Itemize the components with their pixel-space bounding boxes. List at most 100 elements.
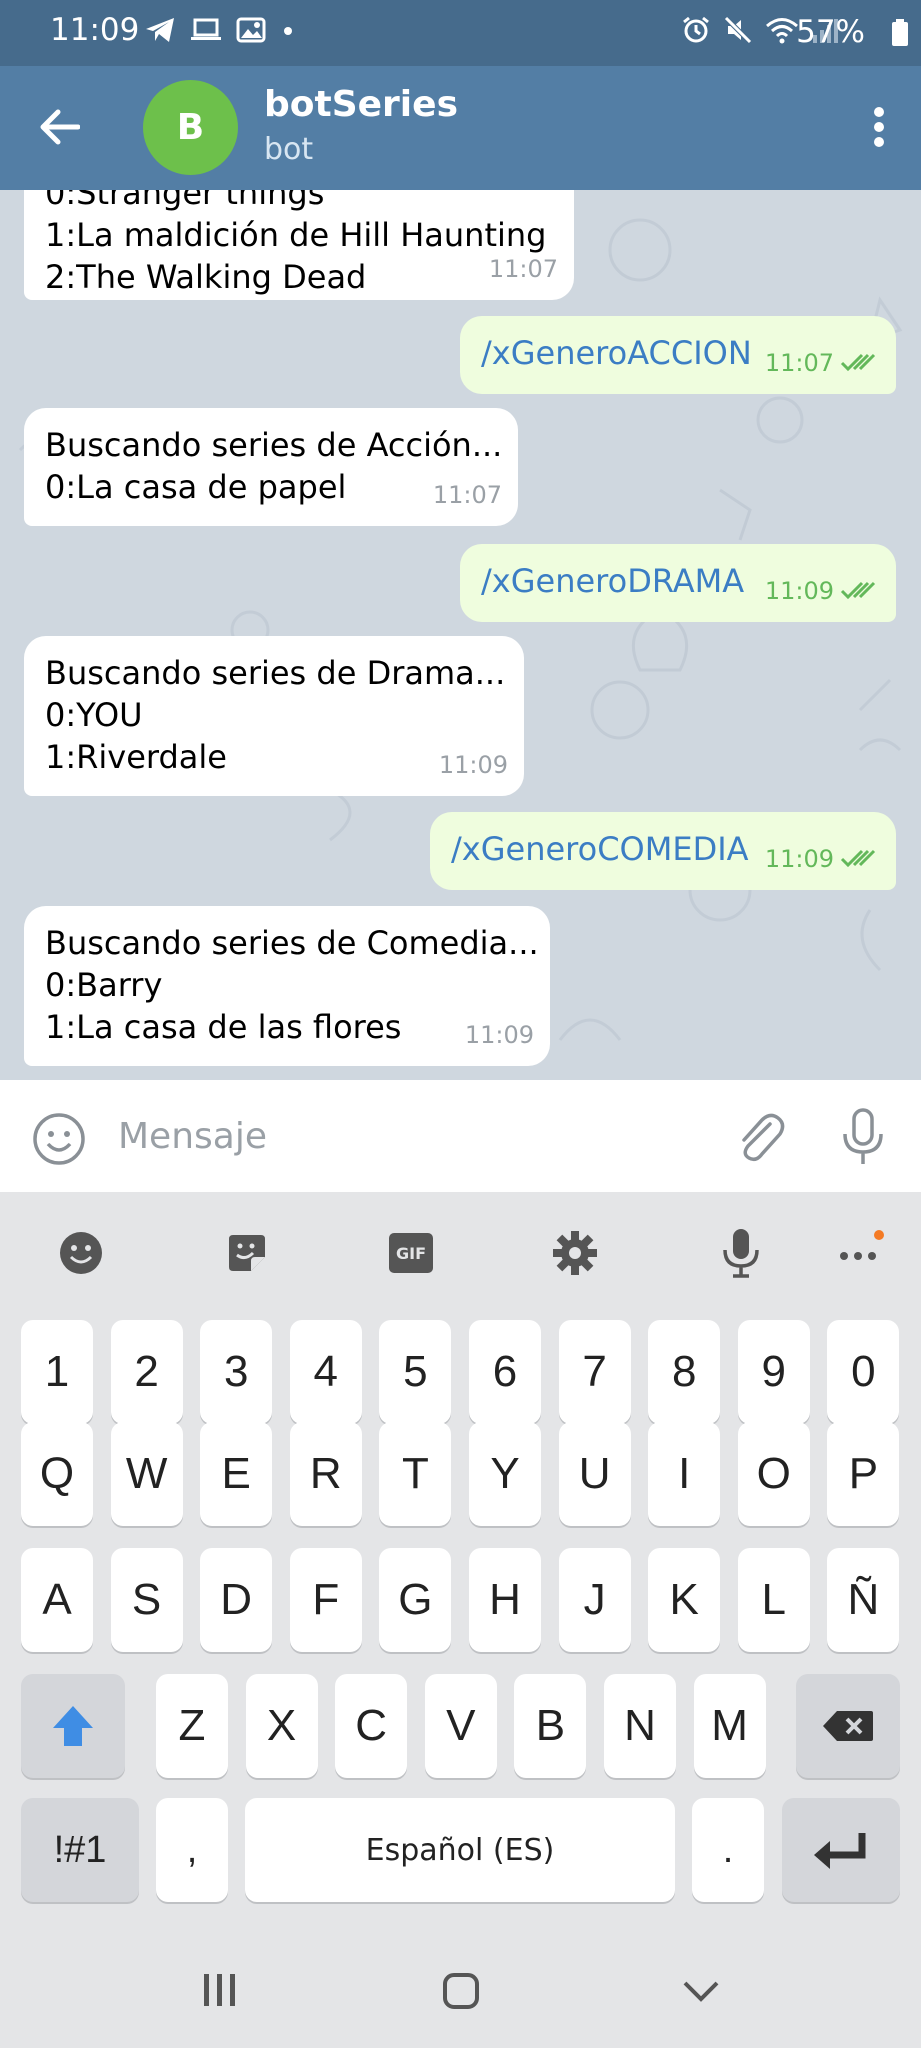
number-key[interactable]: 9 <box>737 1320 810 1424</box>
number-key[interactable]: 8 <box>648 1320 721 1424</box>
message-line: 1:La casa de las flores <box>45 1008 402 1046</box>
double-check-icon <box>840 849 876 868</box>
message-bubble-outgoing[interactable]: /xGeneroDRAMA 11:09 <box>460 544 896 622</box>
message-line: 0:Stranger things <box>45 190 325 212</box>
message-list[interactable]: 0:Stranger things 1:La maldición de Hill… <box>0 190 921 1080</box>
letter-key[interactable]: S <box>110 1548 183 1652</box>
period-key[interactable]: . <box>692 1798 764 1902</box>
letter-key[interactable]: Y <box>469 1422 541 1526</box>
shift-key[interactable] <box>21 1674 125 1778</box>
microphone-icon[interactable] <box>840 1108 886 1166</box>
message-time: 11:09 <box>764 577 834 605</box>
letter-key[interactable]: A <box>21 1548 93 1652</box>
number-key[interactable]: 6 <box>469 1320 541 1424</box>
backspace-icon <box>823 1711 873 1741</box>
wifi-icon <box>766 18 798 44</box>
chat-title[interactable]: botSeries <box>264 84 458 125</box>
status-bar: 11:09 57% <box>0 0 921 66</box>
message-time: 11:09 <box>464 1021 534 1049</box>
message-line: Buscando series de Drama... <box>45 654 506 692</box>
back-chevron-icon[interactable] <box>682 1972 720 2010</box>
letter-key[interactable]: B <box>514 1674 587 1778</box>
letter-key[interactable]: N <box>604 1674 676 1778</box>
keyboard-toolbar: GIF <box>0 1192 921 1304</box>
home-icon[interactable] <box>442 1972 480 2010</box>
back-arrow-icon[interactable] <box>38 106 80 148</box>
gif-label: GIF <box>389 1233 433 1273</box>
emoji-icon[interactable] <box>56 1228 106 1278</box>
number-key[interactable]: 7 <box>558 1320 631 1424</box>
letter-key[interactable]: C <box>335 1674 408 1778</box>
message-bubble-incoming[interactable]: Buscando series de Acción... 0:La casa d… <box>24 408 518 526</box>
number-key[interactable]: 1 <box>21 1320 93 1424</box>
dot-icon <box>284 27 292 35</box>
letter-key[interactable]: L <box>737 1548 810 1652</box>
letter-key[interactable]: J <box>558 1548 631 1652</box>
space-key[interactable]: Español (ES) <box>245 1798 675 1902</box>
chat-header: B botSeries bot <box>0 66 921 190</box>
symbols-key[interactable]: !#1 <box>21 1798 139 1902</box>
alarm-icon <box>683 16 709 43</box>
letter-key[interactable]: R <box>289 1422 362 1526</box>
enter-icon <box>814 1833 866 1869</box>
message-line: 1:La maldición de Hill Haunting <box>45 216 547 254</box>
message-composer: Mensaje <box>0 1080 921 1192</box>
letter-key[interactable]: T <box>379 1422 452 1526</box>
more-icon[interactable] <box>834 1228 884 1278</box>
number-key[interactable]: 3 <box>200 1320 273 1424</box>
letter-key[interactable]: P <box>827 1422 900 1526</box>
letter-key[interactable]: Z <box>156 1674 228 1778</box>
emoji-icon[interactable] <box>32 1112 86 1166</box>
message-line: 1:Riverdale <box>45 738 227 776</box>
letter-key[interactable]: Ñ <box>827 1548 900 1652</box>
letter-key[interactable]: O <box>737 1422 810 1526</box>
message-bubble-outgoing[interactable]: /xGeneroACCION 11:07 <box>460 316 896 394</box>
letter-key[interactable]: I <box>648 1422 721 1526</box>
letter-key[interactable]: W <box>110 1422 183 1526</box>
letter-key[interactable]: F <box>289 1548 362 1652</box>
message-time: 11:07 <box>432 481 502 509</box>
letter-key[interactable]: Q <box>21 1422 93 1526</box>
number-key[interactable]: 4 <box>289 1320 362 1424</box>
voice-input-icon[interactable] <box>716 1228 766 1278</box>
letter-key[interactable]: V <box>424 1674 497 1778</box>
gif-icon[interactable]: GIF <box>386 1228 436 1278</box>
enter-key[interactable] <box>782 1798 900 1902</box>
mute-icon <box>724 16 752 44</box>
attach-icon[interactable] <box>732 1110 786 1164</box>
more-options-icon[interactable] <box>873 106 885 148</box>
letter-key[interactable]: M <box>693 1674 766 1778</box>
number-key[interactable]: 0 <box>827 1320 900 1424</box>
letter-key[interactable]: D <box>200 1548 273 1652</box>
message-line: 0:La casa de papel <box>45 468 347 506</box>
message-input[interactable]: Mensaje <box>118 1116 267 1157</box>
laptop-icon <box>191 18 221 40</box>
message-bubble-incoming[interactable]: Buscando series de Comedia... 0:Barry 1:… <box>24 906 550 1066</box>
message-line: 0:Barry <box>45 966 163 1004</box>
message-bubble-outgoing[interactable]: /xGeneroCOMEDIA 11:09 <box>430 812 896 890</box>
avatar[interactable]: B <box>143 80 238 175</box>
letter-key[interactable]: U <box>558 1422 631 1526</box>
number-key[interactable]: 2 <box>110 1320 183 1424</box>
status-time: 11:09 <box>50 12 140 48</box>
telegram-icon <box>146 18 174 42</box>
battery-icon <box>892 19 908 46</box>
sticker-icon[interactable] <box>222 1228 272 1278</box>
backspace-key[interactable] <box>796 1674 900 1778</box>
double-check-icon <box>840 353 876 372</box>
letter-key[interactable]: G <box>379 1548 452 1652</box>
double-check-icon <box>840 581 876 600</box>
message-line: 2:The Walking Dead <box>45 258 367 296</box>
letter-key[interactable]: E <box>200 1422 273 1526</box>
settings-icon[interactable] <box>550 1228 600 1278</box>
message-bubble-incoming[interactable]: 0:Stranger things 1:La maldición de Hill… <box>24 190 574 300</box>
number-key[interactable]: 5 <box>379 1320 452 1424</box>
recents-icon[interactable] <box>202 1972 238 2008</box>
letter-key[interactable]: X <box>245 1674 318 1778</box>
image-icon <box>236 17 266 43</box>
comma-key[interactable]: , <box>156 1798 228 1902</box>
letter-key[interactable]: H <box>469 1548 541 1652</box>
letter-key[interactable]: K <box>648 1548 721 1652</box>
message-bubble-incoming[interactable]: Buscando series de Drama... 0:YOU 1:Rive… <box>24 636 524 796</box>
message-time: 11:09 <box>764 845 834 873</box>
